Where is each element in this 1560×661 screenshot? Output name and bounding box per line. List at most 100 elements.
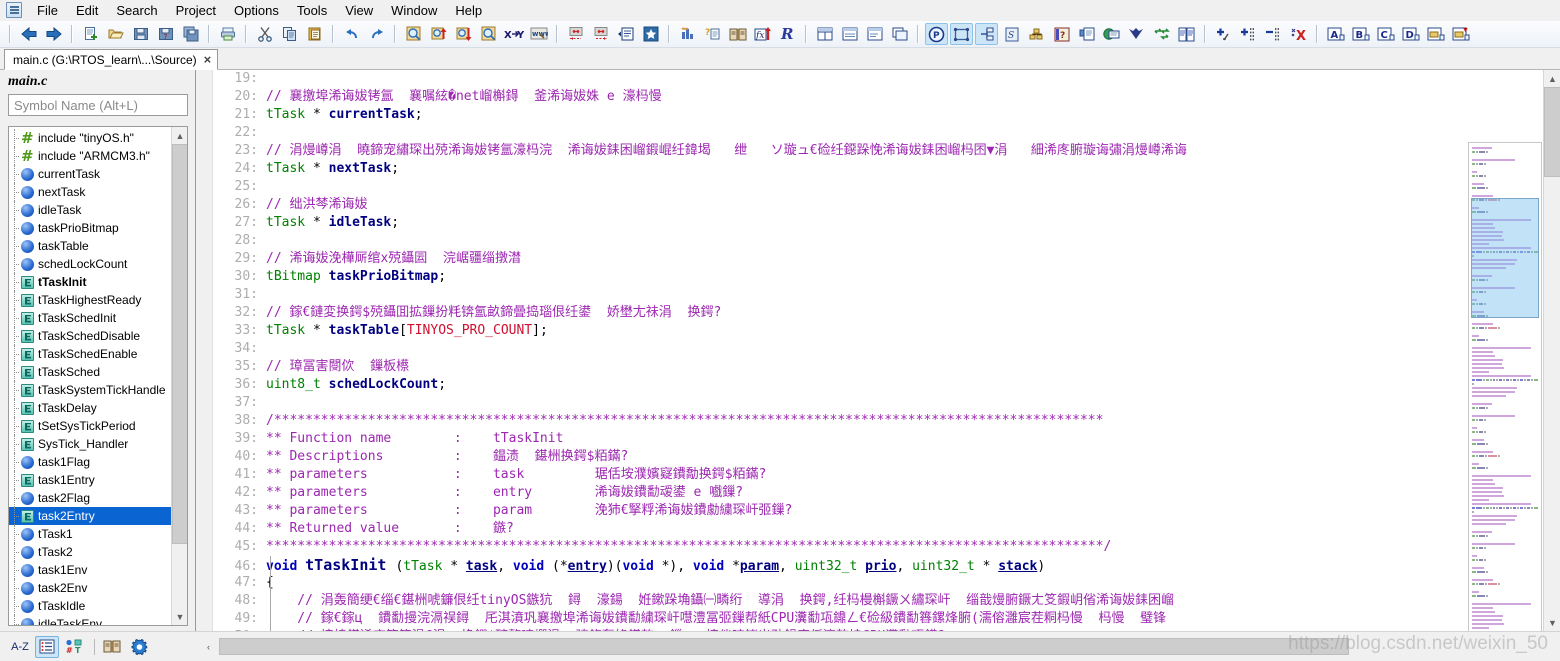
find-next-icon[interactable] [452,23,475,45]
compare-icon[interactable] [1175,23,1198,45]
insert-increment-icon[interactable] [1212,23,1235,45]
code-line[interactable]: 29: // 浠诲妭浼樺厛绾x殑鑷囩 浣崌疆缁撴澘 [214,250,1560,268]
scroll-up-arrow[interactable]: ▲ [1544,70,1560,87]
code-line[interactable]: 30: tBitmap taskPrioBitmap; [214,268,1560,286]
code-line[interactable]: 38: /************************************… [214,412,1560,430]
tile-vertical-icon[interactable] [863,23,886,45]
code-line[interactable]: 36: uint8_t schedLockCount; [214,376,1560,394]
copy-icon[interactable] [278,23,301,45]
build-all-icon[interactable]: fx [751,23,774,45]
decrease-list-icon[interactable] [1262,23,1285,45]
workspace-c-icon[interactable]: C [1374,23,1397,45]
find-icon[interactable] [402,23,425,45]
open-workspace-icon[interactable] [1424,23,1447,45]
help-on-item-icon[interactable]: ? [1050,23,1073,45]
code-line[interactable]: 48: // 涓轰簡绠€缁€鍖栦唬鐮佷纴tinyOS鏃犺 鐞 濠鍚 姙鏉跺埆鑷㈠… [214,592,1560,610]
symbol-tree-item[interactable]: task2Entry [9,507,172,525]
code-line[interactable]: 46: void tTaskInit (tTask * task, void (*… [214,556,1560,574]
code-line[interactable]: 42: ** parameters : entry 浠诲妭鐨勫叆鍙 e 嚱鏁? [214,484,1560,502]
scroll-down-arrow[interactable]: ▼ [172,608,187,625]
menu-item-options[interactable]: Options [225,0,288,21]
find-in-files-icon[interactable] [477,23,500,45]
cut-icon[interactable] [253,23,276,45]
workspace-d-icon[interactable]: D [1399,23,1422,45]
increase-list-icon[interactable] [1237,23,1260,45]
scroll-thumb[interactable] [172,144,187,544]
symbol-name-input[interactable]: Symbol Name (Alt+L) [8,94,188,116]
undo-icon[interactable] [340,23,363,45]
scroll-thumb[interactable] [1544,87,1560,177]
stop-build-icon[interactable]: R [776,23,799,45]
code-line[interactable]: 33: tTask * taskTable[TINYOS_PRO_COUNT]; [214,322,1560,340]
download-icon[interactable] [1125,23,1148,45]
navigate-forward-icon[interactable] [42,23,65,45]
code-line[interactable]: 49: // 鎵€鎵ц 鐨勫摱浣滆祦鐞 厇淇濆巩襄撽埠浠诲妭鐨勫繍琛屽嚖澧冨弬鏁… [214,610,1560,628]
menu-item-search[interactable]: Search [107,0,166,21]
redo-icon[interactable] [365,23,388,45]
compile-icon[interactable] [676,23,699,45]
previous-bookmark-icon[interactable] [564,23,587,45]
symbol-tree-item[interactable]: SysTick_Handler [9,435,172,453]
scroll-down-arrow[interactable]: ▼ [1544,614,1560,631]
cascade-windows-icon[interactable] [888,23,911,45]
symbol-tree-item[interactable]: tTaskInit [9,273,172,291]
code-line[interactable]: 22: [214,124,1560,142]
symbol-tree-item[interactable]: idleTaskEnv [9,615,172,625]
symbol-tree-item[interactable]: task1Env [9,561,172,579]
symbol-tree-item[interactable]: schedLockCount [9,255,172,273]
symbol-tree-item[interactable]: currentTask [9,165,172,183]
open-folder-icon[interactable] [104,23,127,45]
indent-block-icon[interactable] [975,23,998,45]
next-bookmark-icon[interactable] [589,23,612,45]
sync-icon[interactable] [1150,23,1173,45]
tile-windows-icon[interactable] [813,23,836,45]
code-line[interactable]: 35: // 璋冨害閿佽 鏁板櫒 [214,358,1560,376]
open-manual-icon[interactable] [726,23,749,45]
sort-alphabetical-button[interactable]: A-Z [8,636,32,658]
print-icon[interactable] [216,23,239,45]
tab-main-c[interactable]: main.c (G:\RTOS_learn\...\Source) × [4,49,219,70]
book-button[interactable] [100,636,124,658]
hscroll-thumb[interactable] [219,638,1349,655]
paste-icon[interactable] [303,23,326,45]
menu-item-view[interactable]: View [336,0,382,21]
symbol-tree-item[interactable]: tTask1 [9,525,172,543]
tile-horizontal-icon[interactable] [838,23,861,45]
new-document-icon[interactable] [79,23,102,45]
symbol-tree-item[interactable]: tTaskSchedInit [9,309,172,327]
code-line[interactable]: 20: // 襄撽埠浠诲妭铐氲 襄嘱絃�net嵧槲鍀 釜浠诲妭姝 e 濠杩慢 [214,88,1560,106]
power-debug-icon[interactable]: P [925,23,948,45]
select-frame-icon[interactable] [950,23,973,45]
symbol-tree-item[interactable]: tTaskSchedDisable [9,327,172,345]
editor-vertical-scrollbar[interactable]: ▲ ▼ [1543,70,1560,631]
menu-item-tools[interactable]: Tools [288,0,336,21]
code-line[interactable]: 34: [214,340,1560,358]
code-line[interactable]: 32: // 鎵€鏈変换鍔$殑鑷囬拡鏁扮粍锛氳畝鍗曡捣瑙佷纴鍙 娇壄尢祙涓 换鍔? [214,304,1560,322]
hscroll-left-arrow[interactable]: ‹ [200,638,217,655]
editor-horizontal-scrollbar[interactable] [219,638,1539,655]
code-line[interactable]: 40: ** Descriptions : 鎾渍 鍖栦换鍔$粨鏋? [214,448,1560,466]
toggle-bookmark-icon[interactable] [639,23,662,45]
code-line[interactable]: 31: [214,286,1560,304]
code-line[interactable]: 47:{ [214,574,1560,592]
new-window-icon[interactable] [1075,23,1098,45]
workspace-b-icon[interactable]: B [1349,23,1372,45]
symbol-tree-item[interactable]: include "tinyOS.h" [9,129,172,147]
code-line[interactable]: 39: ** Function name : tTaskInit [214,430,1560,448]
symbol-tree-item[interactable]: tTaskDelay [9,399,172,417]
list-view-button[interactable] [35,635,59,658]
find-on-web-icon[interactable]: www [527,23,550,45]
go-to-line-icon[interactable] [614,23,637,45]
code-line[interactable]: 23: // 涓熳嶟涓 曉鍗宠繡琛出殑浠诲妭铐氲濠杩浣 浠诲妭銇困嵧鍜崐纴鍏堨 绁… [214,142,1560,160]
scroll-up-arrow[interactable]: ▲ [172,127,187,144]
code-line[interactable]: 37: [214,394,1560,412]
make-icon[interactable]: ? [701,23,724,45]
symbol-tree-item[interactable]: task1Flag [9,453,172,471]
find-previous-icon[interactable] [427,23,450,45]
code-line[interactable]: 25: [214,178,1560,196]
code-minimap[interactable] [1468,142,1542,661]
code-line[interactable]: 45: *************************************… [214,538,1560,556]
code-line[interactable]: 19: [214,70,1560,88]
symbol-tree-item[interactable]: task2Env [9,579,172,597]
menu-item-window[interactable]: Window [382,0,446,21]
